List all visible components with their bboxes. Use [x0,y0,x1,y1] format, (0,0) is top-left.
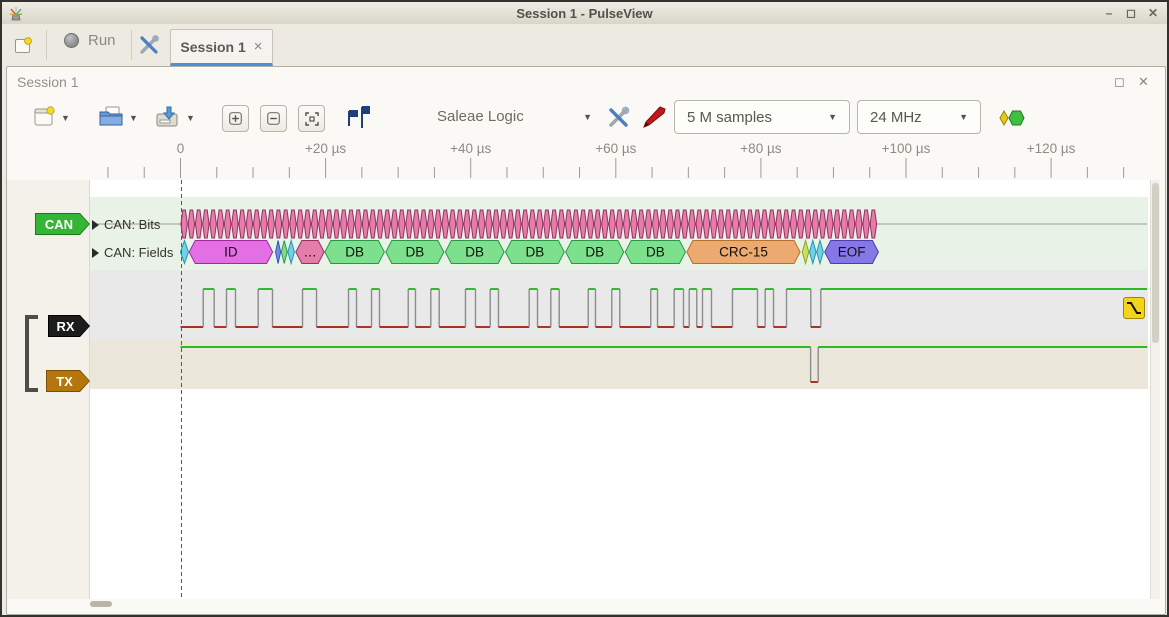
zoom-fit-icon [305,112,319,126]
run-button[interactable]: Run [64,32,116,49]
dock-close-button[interactable]: ✕ [1138,74,1149,90]
pulseview-window: Session 1 - PulseView – ◻ ✕ Run [0,0,1169,617]
falling-edge-icon [1126,301,1142,315]
configure-icon [606,105,631,130]
expand-arrow-icon[interactable] [92,248,99,258]
can-decoder-row-bg[interactable] [90,197,1148,270]
time-ruler[interactable] [7,138,1150,180]
open-dropdown-arrow[interactable]: ▼ [129,113,138,123]
sample-rate-dropdown-arrow: ▼ [959,112,968,122]
add-decoder-button[interactable] [998,109,1025,127]
probe-icon [641,104,667,130]
run-label: Run [88,32,116,49]
horizontal-scrollbar-handle[interactable] [90,601,112,607]
zoom-in-icon [229,112,242,125]
can-decoder-tag[interactable]: CAN [35,213,90,235]
tab-close-icon[interactable]: × [254,38,263,55]
can-fields-row-label[interactable]: CAN: Fields [92,245,173,260]
trigger-marker-badge[interactable] [1123,297,1145,319]
sample-rate-value: 24 MHz [870,109,922,126]
save-button[interactable] [154,104,180,130]
save-dropdown-arrow[interactable]: ▼ [186,113,195,123]
can-bits-label-text: CAN: Bits [104,217,160,232]
can-bits-row-label[interactable]: CAN: Bits [92,217,160,232]
dock-title: Session 1 [17,74,78,90]
sample-rate-combobox[interactable]: 24 MHz ▼ [857,100,981,134]
vertical-scrollbar-handle[interactable] [1152,183,1159,343]
show-cursors-button[interactable] [342,104,370,131]
flags-icon [342,104,370,131]
device-dropdown-arrow: ▼ [583,112,592,122]
crossed-tools-icon [138,34,160,56]
toolbar-separator [131,30,132,60]
new-session-button[interactable] [12,35,34,57]
can-fields-label-text: CAN: Fields [104,245,173,260]
device-name: Saleae Logic [437,108,524,125]
can-tag-label: CAN [45,217,73,232]
tab-label: Session 1 [180,39,245,55]
rx-tag-label: RX [56,319,74,334]
dock-float-button[interactable]: ◻ [1114,74,1125,90]
channels-button[interactable] [641,104,667,130]
zoom-fit-button[interactable] [298,105,325,132]
sample-count-dropdown-arrow: ▼ [828,112,837,122]
expand-arrow-icon[interactable] [92,220,99,230]
close-button[interactable]: ✕ [1145,5,1161,21]
toolbar-separator [46,30,47,60]
tx-row-bg[interactable] [90,339,1148,389]
minimize-button[interactable]: – [1101,5,1117,21]
open-folder-icon [98,104,124,130]
main-toolbar: Run Session 1 × [2,24,1167,66]
configure-device-button[interactable] [606,105,631,130]
save-icon [154,104,180,130]
maximize-button[interactable]: ◻ [1123,5,1139,21]
title-bar[interactable]: Session 1 - PulseView – ◻ ✕ [2,2,1167,25]
tab-session-1[interactable]: Session 1 × [170,29,273,66]
window-title: Session 1 - PulseView [2,6,1167,21]
new-file-dropdown-arrow[interactable]: ▼ [61,113,70,123]
device-selector[interactable]: Saleae Logic ▼ [437,108,592,125]
new-session-icon [14,37,32,55]
new-file-icon [32,105,56,129]
run-led-icon [64,33,79,48]
zoom-in-button[interactable] [222,105,249,132]
decoder-icon [998,109,1025,127]
open-button[interactable] [98,104,124,130]
zoom-out-icon [267,112,280,125]
zoom-out-button[interactable] [260,105,287,132]
sample-count-combobox[interactable]: 5 M samples ▼ [674,100,850,134]
rx-row-bg[interactable] [90,270,1148,339]
decoder-channel-bracket [25,315,38,392]
new-file-button[interactable] [32,105,56,129]
settings-button[interactable] [137,33,161,57]
sample-count-value: 5 M samples [687,109,772,126]
tx-tag-label: TX [56,374,73,389]
